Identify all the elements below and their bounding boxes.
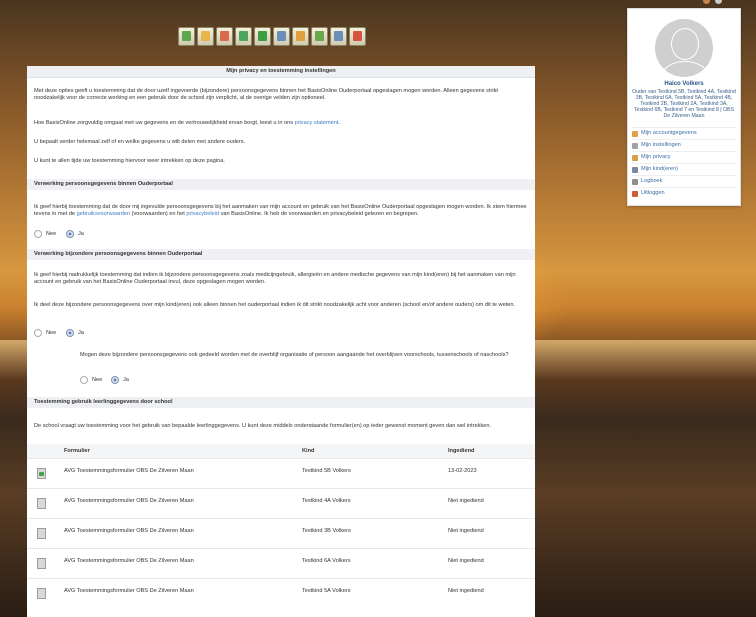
table-row[interactable]: AVG Toestemmingsformulier OBS De Zilvere… (27, 488, 535, 518)
toolbar-icon-7[interactable] (292, 27, 309, 46)
table-row[interactable]: AVG Toestemmingsformulier OBS De Zilvere… (27, 518, 535, 548)
intro-text-4: U kunt te allen tijde uw toestemming hie… (34, 158, 225, 164)
toolbar-icon-9[interactable] (330, 27, 347, 46)
menu-item-icon (632, 190, 638, 197)
toolbar-icon-1[interactable] (178, 27, 195, 46)
profile-menu-item[interactable]: Mijn accountgegevens (632, 127, 736, 139)
submitted-status: 13-02-2023 (448, 468, 477, 474)
form-name[interactable]: AVG Toestemmingsformulier OBS De Zilvere… (64, 588, 194, 594)
col-submitted: Ingediend (448, 448, 475, 454)
toolbar-icon-5[interactable] (254, 27, 271, 46)
menu-item-icon (632, 142, 638, 149)
child-name: Testkind 6A Volkers (302, 558, 351, 564)
section-special-text-1: Ik geef hierbij nadrukkelijk toestemming… (34, 272, 516, 285)
toolbar-icon-2[interactable] (197, 27, 214, 46)
section-processing-title: Verwerking persoonsgegevens binnen Ouder… (27, 179, 535, 190)
form-name[interactable]: AVG Toestemmingsformulier OBS De Zilvere… (64, 498, 194, 504)
privacy-panel: Mijn privacy en toestemming instellingen… (27, 66, 535, 617)
menu-item-icon (632, 166, 638, 173)
child-name: Testkind 5A Volkers (302, 588, 351, 594)
avatar (655, 19, 713, 77)
processing-yes-radio[interactable]: Ja (66, 230, 84, 238)
privacy-policy-link[interactable]: privacybeleid (186, 211, 219, 217)
profile-menu-item[interactable]: Mijn privacy (632, 151, 736, 163)
table-row[interactable]: AVG Toestemmingsformulier OBS De Zilvere… (27, 548, 535, 578)
intro-text-3: U bepaalt verder helemaal zelf of en wel… (34, 139, 246, 145)
submitted-status: Niet ingediend (448, 588, 484, 594)
section-processing-text: Ik geef hierbij toestemming dat de door … (34, 204, 527, 217)
section-special-text-2: Ik deel deze bijzondere persoonsgegevens… (34, 302, 516, 308)
form-name[interactable]: AVG Toestemmingsformulier OBS De Zilvere… (64, 528, 194, 534)
submitted-status: Niet ingediend (448, 558, 484, 564)
section-school-title: Toestemming gebruik leerlinggegevens doo… (27, 397, 535, 408)
profile-description: Ouder van Testkind 5B, Testkind 4A, Test… (632, 89, 736, 119)
toolbar-icon-6[interactable] (273, 27, 290, 46)
child-name: Testkind 4A Volkers (302, 498, 351, 504)
menu-item-icon (632, 130, 638, 137)
special-yes-radio[interactable]: Ja (66, 329, 84, 337)
aftercare-yes-radio[interactable]: Ja (111, 376, 129, 384)
child-name: Testkind 5B Volkers (302, 468, 351, 474)
toolbar-icon-3[interactable] (216, 27, 233, 46)
profile-name: Haico Volkers (664, 81, 704, 87)
table-row[interactable]: AVG Toestemmingsformulier OBS De Zilvere… (27, 578, 535, 608)
toolbar-icon-10[interactable] (349, 27, 366, 46)
document-icon[interactable] (37, 498, 46, 509)
top-right-icons (699, 0, 756, 5)
submitted-status: Niet ingediend (448, 528, 484, 534)
privacy-statement-link[interactable]: privacy statement (295, 120, 339, 126)
document-icon[interactable] (37, 528, 46, 539)
processing-no-radio[interactable]: Nee (34, 230, 56, 238)
special-no-radio[interactable]: Nee (34, 329, 56, 337)
col-child: Kind (302, 448, 315, 454)
toolbar (178, 27, 366, 47)
page-title: Mijn privacy en toestemming instellingen (27, 66, 535, 78)
col-form: Formulier (64, 448, 90, 454)
form-name[interactable]: AVG Toestemmingsformulier OBS De Zilvere… (64, 468, 194, 474)
profile-card: Haico Volkers Ouder van Testkind 5B, Tes… (627, 8, 741, 206)
section-special-title: Verwerking bijzondere persoonsgegevens b… (27, 249, 535, 260)
toolbar-icon-8[interactable] (311, 27, 328, 46)
submitted-status: Niet ingediend (448, 498, 484, 504)
aftercare-no-radio[interactable]: Nee (80, 376, 102, 384)
child-name: Testkind 3B Volkers (302, 528, 351, 534)
profile-menu-item[interactable]: Logboek (632, 175, 736, 187)
profile-menu-item[interactable]: Uitloggen (632, 187, 736, 199)
notification-icon[interactable] (703, 0, 710, 4)
document-icon[interactable] (37, 588, 46, 599)
terms-link[interactable]: gebruiksvoorwaarden (77, 211, 130, 217)
document-icon[interactable] (37, 558, 46, 569)
menu-item-icon (632, 178, 638, 185)
profile-menu-item[interactable]: Mijn instellingen (632, 139, 736, 151)
form-name[interactable]: AVG Toestemmingsformulier OBS De Zilvere… (64, 558, 194, 564)
section-school-text: De school vraagt uw toestemming voor het… (34, 423, 492, 429)
profile-menu: Mijn accountgegevens Mijn instellingen Mij… (632, 127, 736, 199)
special-sub-question: Mogen deze bijzondere persoonsgegevens o… (80, 352, 509, 358)
menu-item-icon (632, 154, 638, 161)
intro-text-2: Hoe BasisOnline zorgvuldig omgaat met uw… (34, 120, 340, 126)
table-row[interactable]: AVG Toestemmingsformulier OBS De Zilvere… (27, 458, 535, 488)
forms-table-header: Formulier Kind Ingediend (27, 444, 535, 458)
toolbar-icon-4[interactable] (235, 27, 252, 46)
checked-document-icon[interactable] (37, 468, 46, 479)
intro-text-1: Met deze opties geeft u toestemming dat … (34, 88, 498, 101)
settings-icon[interactable] (715, 0, 722, 4)
profile-menu-item[interactable]: Mijn kind(eren) (632, 163, 736, 175)
